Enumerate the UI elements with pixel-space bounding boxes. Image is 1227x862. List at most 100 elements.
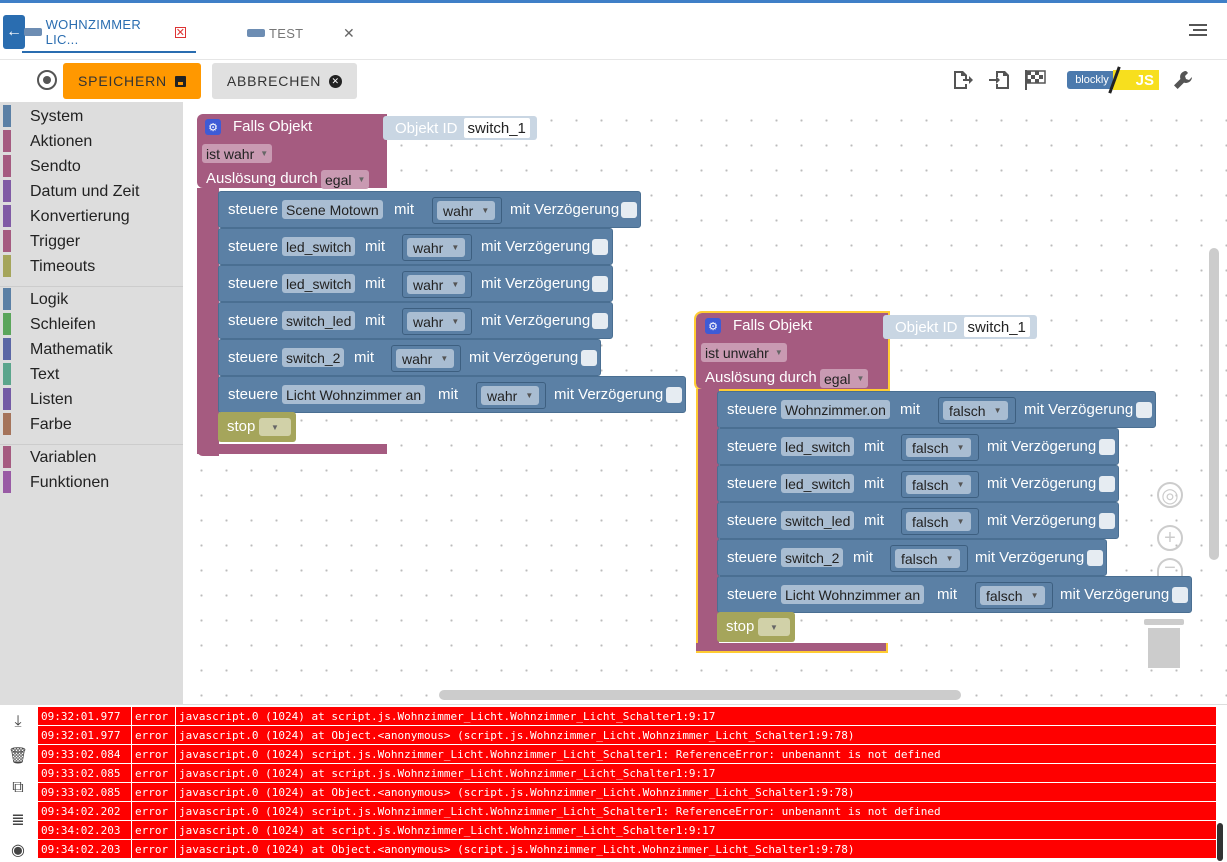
row-target[interactable]: led_switch [282, 274, 356, 293]
control-row[interactable]: steuere Licht Wohnzimmer an mit falsch ▼ … [717, 576, 1192, 613]
trash-icon[interactable] [1144, 614, 1184, 670]
tab-wohnzimmer[interactable]: WOHNZIMMER LIC... ✕ [22, 13, 196, 53]
delay-checkbox[interactable] [1099, 513, 1115, 529]
eye-off-icon[interactable]: ◉ [9, 841, 27, 859]
delay-checkbox[interactable] [1099, 439, 1115, 455]
control-row[interactable]: steuere Licht Wohnzimmer an mit wahr ▼ mi… [218, 376, 686, 413]
value-input[interactable]: falsch ▼ [901, 508, 979, 535]
value-input[interactable]: falsch ▼ [975, 582, 1053, 609]
delay-checkbox[interactable] [581, 350, 597, 366]
stop-block[interactable]: stop ▼ [717, 612, 795, 642]
control-row[interactable]: steuere led_switch mit wahr ▼ mit Verzöge… [218, 228, 613, 265]
delay-checkbox[interactable] [592, 276, 608, 292]
row-target[interactable]: led_switch [781, 437, 855, 456]
delay-checkbox[interactable] [666, 387, 682, 403]
category-schleifen[interactable]: Schleifen [0, 312, 183, 337]
trigger-block-true[interactable]: ⚙ Falls Objekt Objekt ID switch_1 ist wa… [197, 114, 686, 459]
download-icon[interactable]: ⤓ [9, 713, 27, 731]
row-target[interactable]: Licht Wohnzimmer an [282, 385, 426, 404]
control-row[interactable]: steuere switch_led mit wahr ▼ mit Verzöge… [218, 302, 613, 339]
row-target[interactable]: Licht Wohnzimmer an [781, 585, 925, 604]
category-system[interactable]: System [0, 104, 183, 129]
control-row[interactable]: steuere switch_2 mit falsch ▼ mit Verzöge… [717, 539, 1107, 576]
category-funktionen[interactable]: Funktionen [0, 470, 183, 495]
value-input[interactable]: falsch ▼ [901, 434, 979, 461]
category-listen[interactable]: Listen [0, 387, 183, 412]
blockly-js-toggle[interactable]: blockly JS [1067, 66, 1159, 94]
category-logik[interactable]: Logik [0, 287, 183, 312]
control-row[interactable]: steuere Wohnzimmer.on mit falsch ▼ mit Ve… [717, 391, 1156, 428]
recenter-icon[interactable]: ◎ [1157, 482, 1183, 508]
dropdown-arrow-icon[interactable]: ▼ [758, 618, 790, 636]
value-input[interactable]: wahr ▼ [402, 234, 472, 261]
category-konvertierung[interactable]: Konvertierung [0, 204, 183, 229]
blockly-workspace[interactable]: ⚙ Falls Objekt Objekt ID switch_1 ist wa… [183, 102, 1227, 704]
trigger-block-false[interactable]: ⚙ Falls Objekt Objekt ID switch_1 ist un… [694, 311, 1196, 658]
control-row[interactable]: steuere switch_led mit falsch ▼ mit Verzö… [717, 502, 1119, 539]
condition-dropdown[interactable]: ist unwahr ▼ [701, 343, 787, 362]
horizontal-scrollbar[interactable] [439, 690, 961, 700]
stop-block[interactable]: stop ▼ [218, 412, 296, 442]
close-icon[interactable]: ✕ [343, 25, 355, 42]
row-target[interactable]: led_switch [781, 474, 855, 493]
import-icon[interactable] [987, 68, 1011, 92]
gear-icon[interactable]: ⚙ [205, 119, 221, 135]
control-row[interactable]: steuere switch_2 mit wahr ▼ mit Verzögeru… [218, 339, 601, 376]
condition-dropdown[interactable]: ist wahr ▼ [202, 144, 273, 163]
zoom-in-icon[interactable]: + [1157, 525, 1183, 551]
category-timeouts[interactable]: Timeouts [0, 254, 183, 279]
row-target[interactable]: switch_led [282, 311, 356, 330]
export-icon[interactable] [950, 68, 974, 92]
tab-test[interactable]: TEST ✕ [245, 13, 355, 53]
row-target[interactable]: switch_led [781, 511, 855, 530]
trigger-dropdown[interactable]: egal ▼ [321, 170, 370, 189]
row-target[interactable]: led_switch [282, 237, 356, 256]
copy-icon[interactable]: ⧉ [9, 779, 27, 797]
close-icon[interactable]: ✕ [175, 26, 186, 39]
row-target[interactable]: switch_2 [282, 348, 345, 367]
cancel-button[interactable]: ABBRECHEN ✕ [212, 63, 357, 99]
control-row[interactable]: steuere led_switch mit falsch ▼ mit Verzö… [717, 465, 1119, 502]
vertical-scrollbar[interactable] [1209, 248, 1219, 560]
category-variablen[interactable]: Variablen [0, 445, 183, 470]
list-icon[interactable]: ≣ [9, 811, 27, 829]
category-trigger[interactable]: Trigger [0, 229, 183, 254]
delay-checkbox[interactable] [592, 313, 608, 329]
category-text[interactable]: Text [0, 362, 183, 387]
log-scrollbar[interactable] [1217, 823, 1223, 861]
value-input[interactable]: wahr ▼ [402, 308, 472, 335]
delay-checkbox[interactable] [1136, 402, 1152, 418]
control-row[interactable]: steuere led_switch mit falsch ▼ mit Verzö… [717, 428, 1119, 465]
category-mathematik[interactable]: Mathematik [0, 337, 183, 362]
control-row[interactable]: steuere Scene Motown mit wahr ▼ mit Verzö… [218, 191, 641, 228]
delay-checkbox[interactable] [621, 202, 637, 218]
locate-icon[interactable] [37, 70, 57, 90]
row-target[interactable]: switch_2 [781, 548, 844, 567]
delay-checkbox[interactable] [592, 239, 608, 255]
value-input[interactable]: falsch ▼ [901, 471, 979, 498]
wrench-icon[interactable] [1171, 68, 1195, 92]
object-id-input[interactable]: Objekt ID switch_1 [883, 315, 1037, 339]
dropdown-arrow-icon[interactable]: ▼ [259, 418, 291, 436]
menu-icon[interactable] [1189, 24, 1207, 36]
trash-icon[interactable]: 🗑 [8, 747, 28, 765]
category-aktionen[interactable]: Aktionen [0, 129, 183, 154]
category-sendto[interactable]: Sendto [0, 154, 183, 179]
value-input[interactable]: falsch ▼ [890, 545, 968, 572]
delay-checkbox[interactable] [1172, 587, 1188, 603]
value-input[interactable]: wahr ▼ [432, 197, 502, 224]
trigger-dropdown[interactable]: egal ▼ [820, 369, 869, 388]
category-datum-und-zeit[interactable]: Datum und Zeit [0, 179, 183, 204]
value-input[interactable]: wahr ▼ [391, 345, 461, 372]
value-input[interactable]: falsch ▼ [938, 397, 1016, 424]
object-id-input[interactable]: Objekt ID switch_1 [383, 116, 537, 140]
row-target[interactable]: Scene Motown [282, 200, 383, 219]
save-button[interactable]: SPEICHERN [63, 63, 201, 99]
value-input[interactable]: wahr ▼ [476, 382, 546, 409]
flag-checkered-icon[interactable] [1023, 68, 1047, 92]
delay-checkbox[interactable] [1087, 550, 1103, 566]
row-target[interactable]: Wohnzimmer.on [781, 400, 890, 419]
category-farbe[interactable]: Farbe [0, 412, 183, 437]
control-row[interactable]: steuere led_switch mit wahr ▼ mit Verzöge… [218, 265, 613, 302]
value-input[interactable]: wahr ▼ [402, 271, 472, 298]
